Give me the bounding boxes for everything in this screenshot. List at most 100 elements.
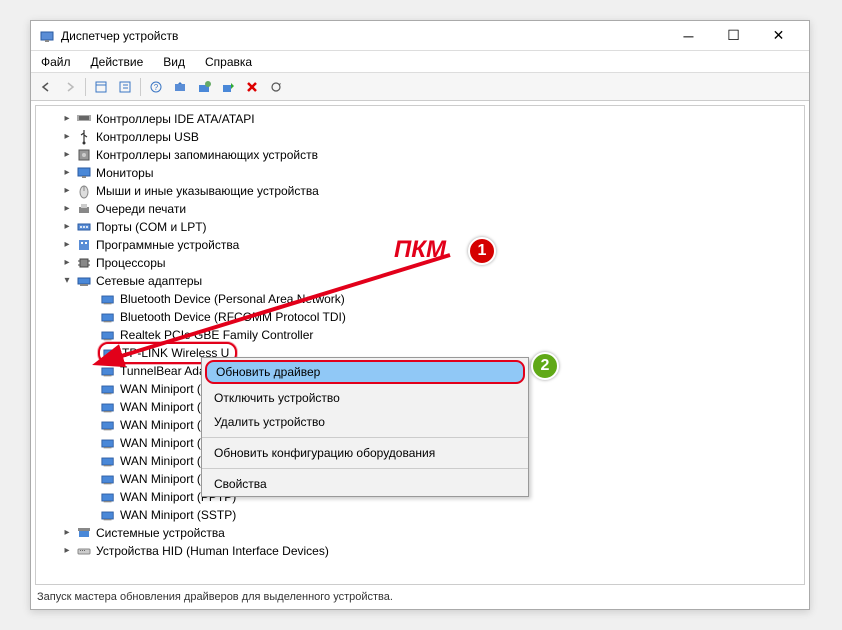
network-category-icon [76,273,92,289]
network-adapter-item[interactable]: Bluetooth Device (Personal Area Network) [36,290,804,308]
adapter-label: Bluetooth Device (Personal Area Network) [120,290,345,308]
toolbar: ? [31,73,809,101]
network-adapter-item[interactable]: WAN Miniport (SSTP) [36,506,804,524]
menu-file[interactable]: Файл [35,53,77,71]
tree-category[interactable]: ▸ Очереди печати [36,200,804,218]
category-icon [76,183,92,199]
expand-icon[interactable]: ▸ [60,526,74,540]
minimize-button[interactable]: ─ [666,22,711,50]
category-label: Процессоры [96,254,166,272]
device-tree-panel[interactable]: ▸ Контроллеры IDE ATA/ATAPI ▸ Контроллеры U… [35,105,805,585]
toolbar-separator [85,78,86,96]
category-icon [76,219,92,235]
expand-icon[interactable]: ▸ [60,148,74,162]
category-label: Очереди печати [96,200,186,218]
menu-help[interactable]: Справка [199,53,258,71]
adapter-label: WAN Miniport (SSTP) [120,506,236,524]
context-scan[interactable]: Обновить конфигурацию оборудования [202,441,528,465]
category-icon [76,111,92,127]
category-label: Сетевые адаптеры [96,272,202,290]
adapter-icon [102,345,118,361]
expand-icon[interactable]: ▸ [60,184,74,198]
context-separator [202,437,528,438]
expand-icon[interactable]: ▸ [60,238,74,252]
category-label: Устройства HID (Human Interface Devices) [96,542,329,560]
window-controls: ─ ☐ ✕ [666,22,801,50]
forward-button[interactable] [59,76,81,98]
tree-category[interactable]: ▸ Устройства HID (Human Interface Devices… [36,542,804,560]
titlebar: Диспетчер устройств ─ ☐ ✕ [31,21,809,51]
tree-category[interactable]: ▸ Контроллеры IDE ATA/ATAPI [36,110,804,128]
menu-action[interactable]: Действие [85,53,150,71]
category-icon [76,237,92,253]
context-properties[interactable]: Свойства [202,472,528,496]
adapter-icon [100,417,116,433]
show-hidden-button[interactable] [90,76,112,98]
tree-category[interactable]: ▸ Порты (COM и LPT) [36,218,804,236]
annotation-pkm-label: ПКМ [394,236,446,264]
category-icon [76,255,92,271]
category-icon [76,201,92,217]
refresh-button[interactable] [265,76,287,98]
svg-text:?: ? [154,83,159,92]
adapter-icon [100,381,116,397]
network-adapter-item[interactable]: Bluetooth Device (RFCOMM Protocol TDI) [36,308,804,326]
tree-category-network[interactable]: ▾ Сетевые адаптеры [36,272,804,290]
category-icon [76,165,92,181]
category-label: Системные устройства [96,524,225,542]
collapse-icon[interactable]: ▾ [60,274,74,288]
tree-category[interactable]: ▸ Мыши и иные указывающие устройства [36,182,804,200]
menu-view[interactable]: Вид [157,53,191,71]
category-label: Программные устройства [96,236,239,254]
adapter-icon [100,309,116,325]
context-update-driver[interactable]: Обновить драйвер [205,360,525,384]
close-button[interactable]: ✕ [756,22,801,50]
update-driver-button[interactable] [193,76,215,98]
toolbar-separator [140,78,141,96]
adapter-icon [100,291,116,307]
context-separator [202,468,528,469]
disable-button[interactable] [217,76,239,98]
category-label: Мониторы [96,164,153,182]
help-button[interactable]: ? [145,76,167,98]
category-label: Контроллеры запоминающих устройств [96,146,318,164]
adapter-icon [100,507,116,523]
tree-category[interactable]: ▸ Мониторы [36,164,804,182]
app-icon [39,28,55,44]
expand-icon[interactable]: ▸ [60,544,74,558]
context-menu: Обновить драйвер Отключить устройство Уд… [201,357,529,497]
context-uninstall[interactable]: Удалить устройство [202,410,528,434]
adapter-icon [100,435,116,451]
tree-category[interactable]: ▸ Контроллеры USB [36,128,804,146]
category-label: Мыши и иные указывающие устройства [96,182,319,200]
window-title: Диспетчер устройств [61,29,666,43]
menu-bar: Файл Действие Вид Справка [31,51,809,73]
status-bar: Запуск мастера обновления драйверов для … [31,589,809,609]
expand-icon[interactable]: ▸ [60,220,74,234]
device-manager-window: Диспетчер устройств ─ ☐ ✕ Файл Действие … [30,20,810,610]
expand-icon[interactable]: ▸ [60,130,74,144]
adapter-label: Bluetooth Device (RFCOMM Protocol TDI) [120,308,346,326]
category-label: Порты (COM и LPT) [96,218,207,236]
tree-category[interactable]: ▸ Контроллеры запоминающих устройств [36,146,804,164]
adapter-icon [100,453,116,469]
category-icon [76,543,92,559]
back-button[interactable] [35,76,57,98]
maximize-button[interactable]: ☐ [711,22,756,50]
properties-button[interactable] [114,76,136,98]
category-label: Контроллеры USB [96,128,199,146]
adapter-icon [100,363,116,379]
expand-icon[interactable]: ▸ [60,112,74,126]
category-icon [76,147,92,163]
category-icon [76,525,92,541]
context-disable[interactable]: Отключить устройство [202,386,528,410]
expand-icon[interactable]: ▸ [60,202,74,216]
uninstall-button[interactable] [241,76,263,98]
expand-icon[interactable]: ▸ [60,256,74,270]
category-label: Контроллеры IDE ATA/ATAPI [96,110,255,128]
category-icon [76,129,92,145]
expand-icon[interactable]: ▸ [60,166,74,180]
adapter-icon [100,489,116,505]
tree-category[interactable]: ▸ Системные устройства [36,524,804,542]
scan-button[interactable] [169,76,191,98]
